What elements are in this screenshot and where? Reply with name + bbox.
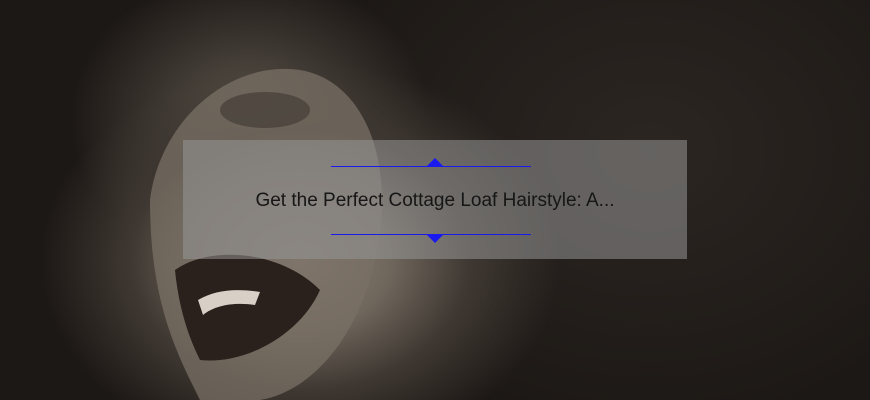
caret-down-icon [427,235,443,243]
hero-banner: Get the Perfect Cottage Loaf Hairstyle: … [0,0,870,400]
top-divider [331,166,531,167]
headline-card[interactable]: Get the Perfect Cottage Loaf Hairstyle: … [183,140,687,259]
headline-title[interactable]: Get the Perfect Cottage Loaf Hairstyle: … [183,190,687,212]
caret-up-icon [427,158,443,166]
